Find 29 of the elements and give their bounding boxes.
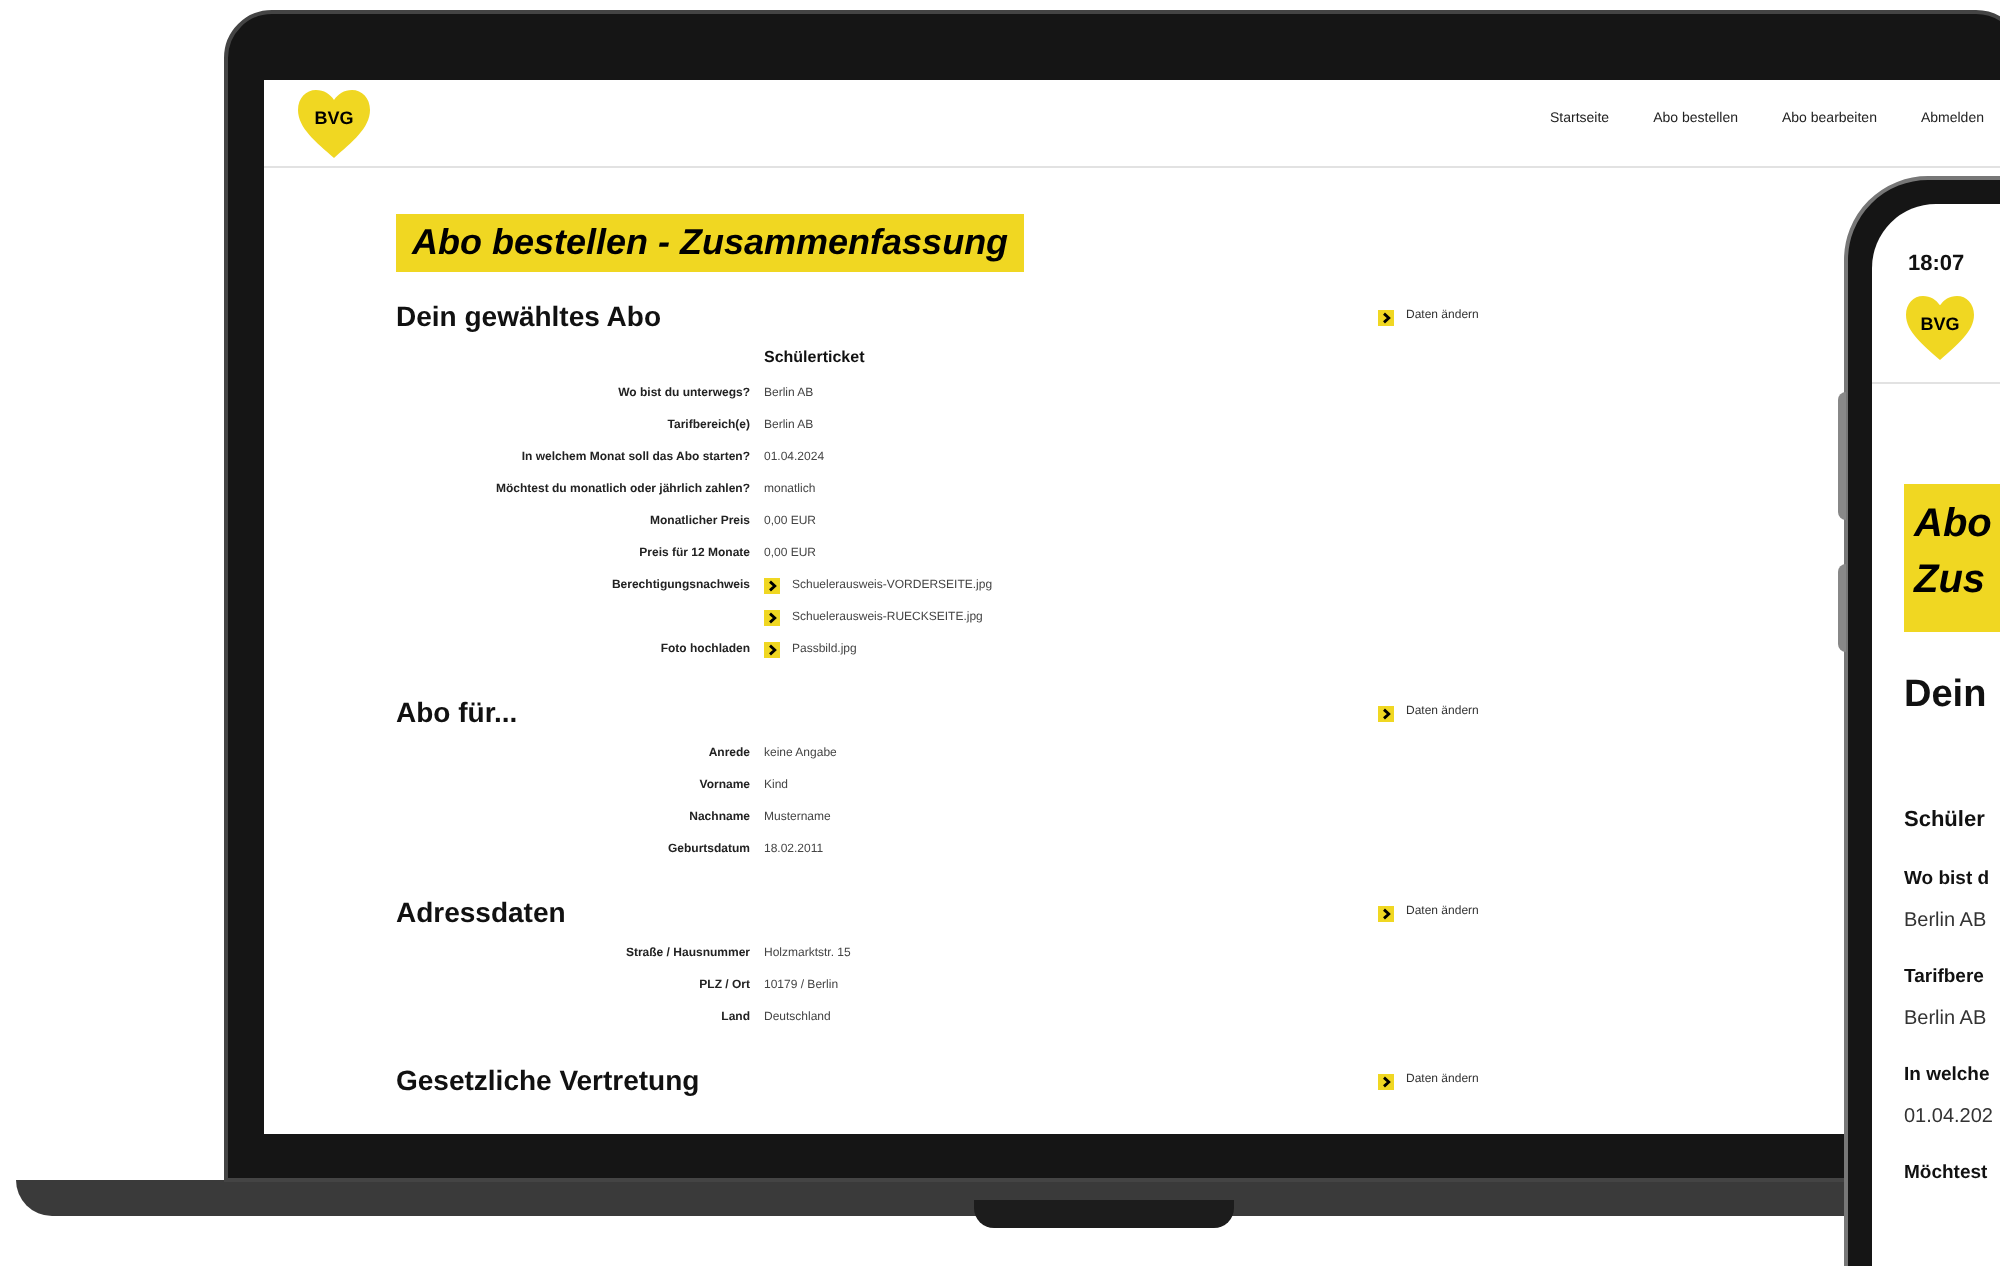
logo-text: BVG — [1918, 315, 1962, 333]
section-heading: Adressdaten — [396, 894, 568, 930]
title-text: Zus — [1914, 555, 1986, 605]
field-value: Berlin AB — [1904, 1006, 1989, 1034]
ticket-name: Schülerticket — [764, 346, 867, 370]
section-heading: Dein — [1904, 671, 1989, 719]
field-value: 01.04.202 — [1904, 1104, 1995, 1133]
title-text: Abo — [1914, 499, 1992, 549]
heart-icon — [1904, 293, 1976, 361]
chevron-icon — [764, 610, 780, 626]
chevron-icon — [764, 642, 780, 658]
chevron-icon — [1378, 905, 1394, 921]
section-heading: Dein gewähltes Abo — [396, 298, 664, 334]
section-heading: Abo für... — [396, 694, 520, 730]
section-heading: Gesetzliche Vertretung — [396, 1062, 702, 1098]
status-time: 18:07 — [1908, 250, 1967, 280]
chevron-icon — [764, 578, 780, 594]
ticket-name: Schüler — [1904, 806, 1987, 836]
field-label: Tarifbere — [1904, 963, 1986, 992]
field-label: Wo bist d — [1904, 865, 1992, 893]
chevron-icon — [1378, 705, 1394, 721]
field-value: Berlin AB — [1904, 907, 1989, 936]
chevron-icon — [1378, 309, 1394, 325]
logo-text: BVG — [312, 109, 356, 127]
heart-icon — [296, 87, 372, 159]
page-title: Abo bestellen - Zusammenfassung — [396, 214, 1025, 272]
field-label: In welche — [1904, 1062, 1992, 1090]
field-label: Möchtest — [1904, 1160, 1990, 1189]
chevron-icon — [1378, 1073, 1394, 1089]
